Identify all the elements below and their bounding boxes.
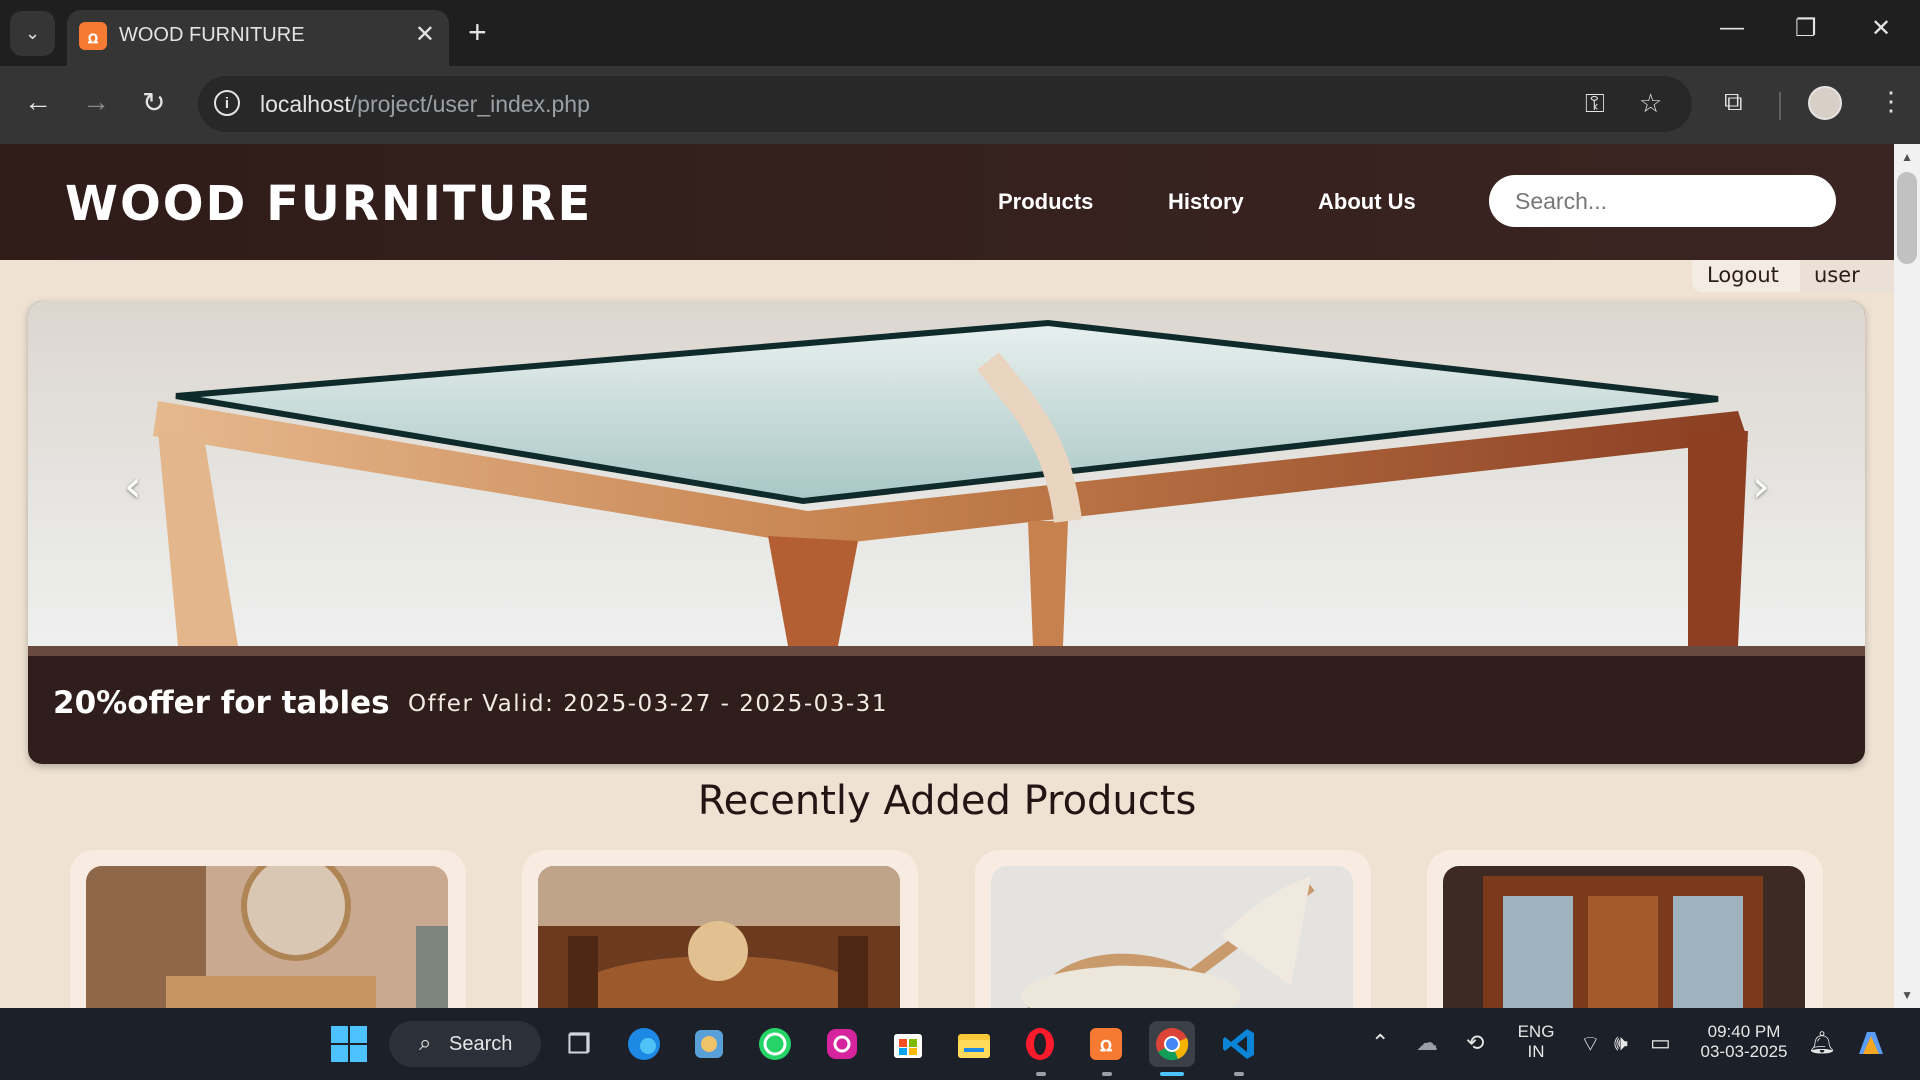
scroll-up-icon[interactable]: ▲ [1901, 150, 1913, 164]
tab-title: WOOD FURNITURE [119, 24, 305, 46]
forward-arrow-icon[interactable]: → [82, 86, 110, 118]
tab-search-menu-button[interactable]: ⌄ [10, 11, 55, 56]
close-window-button[interactable]: ✕ [1871, 14, 1891, 43]
site-header: WOOD FURNITURE Products History About Us [0, 144, 1894, 260]
lounge-chair-image [991, 866, 1353, 1008]
search-icon: ⌕ [419, 1030, 432, 1055]
xampp-icon[interactable]: ꭥ [1083, 1021, 1129, 1067]
offer-slider: ‹ › 20%offer for tables Offer Valid: 202… [28, 301, 1865, 764]
battery-icon[interactable]: ▭ [1650, 1030, 1671, 1056]
slider-prev-button[interactable]: ‹ [124, 461, 142, 512]
task-view-icon[interactable]: ❐ [556, 1021, 602, 1067]
minimize-window-button[interactable]: — [1720, 14, 1744, 42]
offer-title: 20%offer for tables [53, 685, 390, 721]
back-arrow-icon[interactable]: ← [24, 86, 52, 118]
toolbar-divider [1779, 92, 1781, 120]
system-clock[interactable]: 09:40 PM 03-03-2025 [1694, 1022, 1794, 1062]
address-bar[interactable]: i localhost/project/user_index.php ⚿ ☆ [198, 76, 1692, 132]
scroll-down-icon[interactable]: ▼ [1901, 988, 1913, 1002]
wifi-icon[interactable]: ⌔ [1580, 1030, 1601, 1058]
nav-history-link[interactable]: History [1168, 189, 1244, 215]
username-badge: user [1800, 260, 1894, 292]
windows-taskbar: ⌕ Search ❐ ꭥ ⌃ ☁ ⟲ ENG IN ⌔ 🕪 ▭ 09:40 PM… [0, 1008, 1920, 1080]
page-viewport: WOOD FURNITURE Products History About Us… [0, 144, 1920, 1008]
product-card[interactable] [1427, 850, 1823, 1008]
photos-icon[interactable] [686, 1021, 732, 1067]
file-explorer-icon[interactable] [951, 1021, 997, 1067]
dining-set-image [538, 866, 900, 1008]
offer-validity: Offer Valid: 2025-03-27 - 2025-03-31 [408, 691, 888, 717]
product-card[interactable] [522, 850, 918, 1008]
opera-icon[interactable] [1017, 1021, 1063, 1067]
windows-start-icon[interactable] [326, 1021, 372, 1067]
instagram-icon[interactable] [819, 1021, 865, 1067]
slider-divider [28, 646, 1865, 656]
taskbar-search-box[interactable]: ⌕ Search [389, 1021, 541, 1067]
extensions-puzzle-icon[interactable]: ⧉ [1724, 86, 1743, 118]
slider-next-button[interactable]: › [1752, 461, 1770, 512]
site-info-icon[interactable]: i [214, 90, 240, 116]
vscode-icon[interactable] [1216, 1021, 1262, 1067]
close-tab-icon[interactable]: ✕ [415, 20, 435, 49]
input-language-indicator[interactable]: ENG IN [1512, 1022, 1560, 1062]
scroll-thumb[interactable] [1897, 172, 1917, 264]
browser-tab-bar: ⌄ ꭥ WOOD FURNITURE ✕ + — ❐ ✕ [0, 0, 1920, 66]
xampp-favicon-icon: ꭥ [79, 22, 107, 50]
product-card[interactable] [70, 850, 466, 1008]
restore-window-button[interactable]: ❐ [1795, 14, 1817, 43]
sync-icon[interactable]: ⟲ [1466, 1030, 1484, 1056]
copilot-icon[interactable] [1848, 1021, 1894, 1067]
nav-about-link[interactable]: About Us [1318, 189, 1416, 215]
new-tab-button[interactable]: + [468, 14, 487, 51]
profile-avatar[interactable] [1808, 86, 1842, 120]
page-scrollbar[interactable]: ▲ ▼ [1894, 144, 1920, 1008]
site-logo[interactable]: WOOD FURNITURE [65, 176, 592, 232]
show-hidden-icons-chevron-icon[interactable]: ⌃ [1371, 1030, 1389, 1056]
browser-toolbar: ← → ↻ i localhost/project/user_index.php… [0, 66, 1920, 144]
edge-icon[interactable] [621, 1021, 667, 1067]
url-text[interactable]: localhost/project/user_index.php [260, 91, 590, 118]
notification-bell-icon[interactable]: 🔔︎ [1808, 1030, 1836, 1056]
vanity-mirror-image [86, 866, 448, 1008]
site-search-input[interactable] [1489, 175, 1836, 227]
app-running-indicator [1234, 1072, 1244, 1076]
product-card[interactable] [975, 850, 1371, 1008]
svg-text:ꭥ: ꭥ [1100, 1032, 1112, 1056]
logout-link[interactable]: Logout [1707, 263, 1779, 287]
onedrive-cloud-icon[interactable]: ☁ [1416, 1030, 1438, 1056]
bookmark-star-icon[interactable]: ☆ [1639, 88, 1662, 119]
microsoft-store-icon[interactable] [885, 1021, 931, 1067]
glass-table-image [28, 301, 1865, 646]
chrome-icon[interactable] [1149, 1021, 1195, 1067]
browser-tab[interactable]: ꭥ WOOD FURNITURE ✕ [67, 10, 449, 66]
user-bar: Logout user [1692, 260, 1894, 292]
app-running-indicator [1036, 1072, 1046, 1076]
nav-products-link[interactable]: Products [998, 189, 1093, 215]
app-running-indicator [1102, 1072, 1112, 1076]
volume-icon[interactable]: 🕪 [1614, 1030, 1628, 1056]
browser-menu-icon[interactable]: ⋮ [1878, 86, 1904, 117]
display-cabinet-image [1443, 866, 1805, 1008]
password-key-icon[interactable]: ⚿ [1585, 88, 1605, 120]
recent-products-heading: Recently Added Products [697, 778, 1197, 824]
app-active-indicator [1160, 1072, 1184, 1076]
whatsapp-icon[interactable] [752, 1021, 798, 1067]
reload-icon[interactable]: ↻ [142, 86, 165, 119]
